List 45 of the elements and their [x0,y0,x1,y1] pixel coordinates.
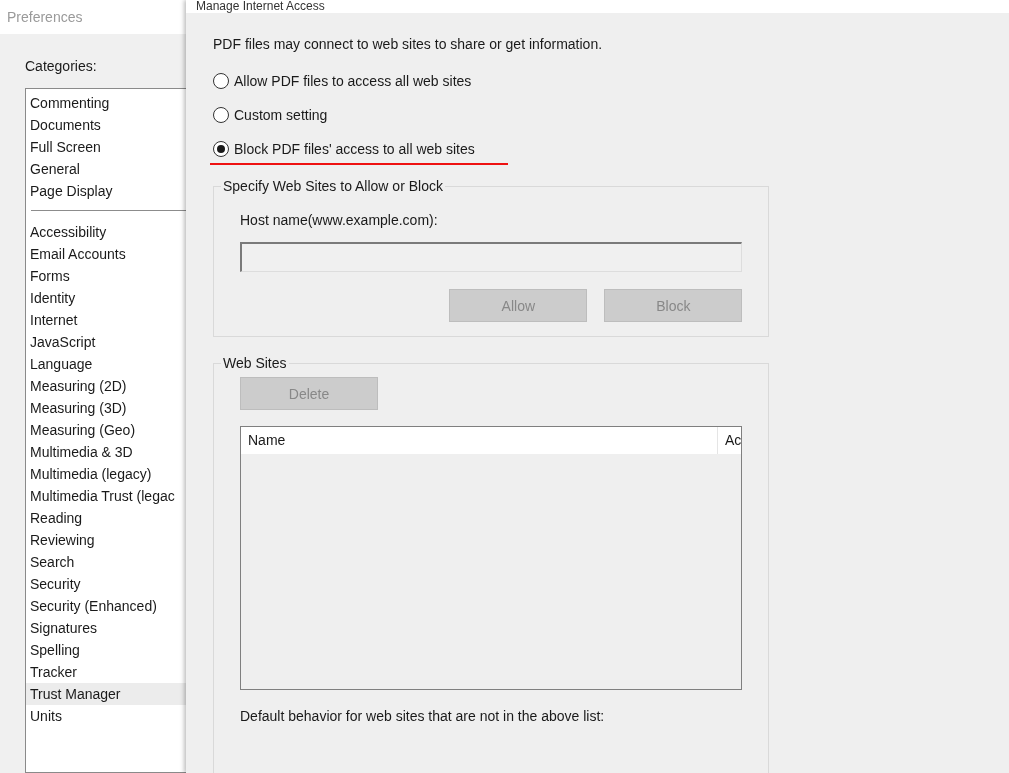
host-label: Host name(www.example.com): [240,212,438,228]
group-legend: Web Sites [221,355,289,371]
category-item[interactable]: Tracker [26,661,186,683]
option-label[interactable]: Custom setting [234,107,328,123]
category-item[interactable]: General [26,158,186,180]
category-item[interactable]: Multimedia (legacy) [26,463,186,485]
category-item[interactable]: Full Screen [26,136,186,158]
category-item[interactable]: Units [26,705,186,727]
category-item[interactable]: Multimedia & 3D [26,441,186,463]
option-label[interactable]: Block PDF files' access to all web sites [234,141,475,157]
category-item[interactable]: JavaScript [26,331,186,353]
option-label[interactable]: Allow PDF files to access all web sites [234,73,472,89]
category-item[interactable]: Commenting [26,92,186,114]
category-item[interactable]: Internet [26,309,186,331]
category-item[interactable]: Reading [26,507,186,529]
dialog-title: Manage Internet Access [196,0,325,13]
radio-button[interactable] [213,107,229,123]
default-behavior-label: Default behavior for web sites that are not in the above list: [240,708,605,724]
category-item[interactable]: Email Accounts [26,243,186,265]
intro-text: PDF files may connect to web sites to share or get information. [213,36,603,52]
category-item[interactable]: Documents [26,114,186,136]
window-title: Preferences [7,9,83,25]
group-legend: Specify Web Sites to Allow or Block [221,178,445,194]
category-item[interactable]: Security [26,573,186,595]
radio-button[interactable] [213,73,229,89]
category-item[interactable]: Signatures [26,617,186,639]
host-input-field[interactable] [240,242,743,272]
category-item[interactable]: Accessibility [26,221,186,243]
categories-label: Categories: [25,58,97,74]
category-item[interactable]: Identity [26,287,186,309]
radio-button[interactable] [213,141,229,157]
category-item[interactable]: Spelling [26,639,186,661]
category-item[interactable]: Measuring (2D) [26,375,186,397]
category-item[interactable]: Reviewing [26,529,186,551]
category-item[interactable]: Language [26,353,186,375]
category-item[interactable]: Trust Manager [26,683,186,705]
category-item[interactable]: Measuring (Geo) [26,419,186,441]
category-item[interactable]: Search [26,551,186,573]
category-item[interactable]: Security (Enhanced) [26,595,186,617]
category-item[interactable]: Forms [26,265,186,287]
column-header[interactable]: Name [241,427,718,454]
column-header[interactable]: Ac [718,427,742,454]
category-item[interactable]: Page Display [26,180,186,202]
category-item[interactable]: Measuring (3D) [26,397,186,419]
category-item[interactable]: Multimedia Trust (legac [26,485,186,507]
